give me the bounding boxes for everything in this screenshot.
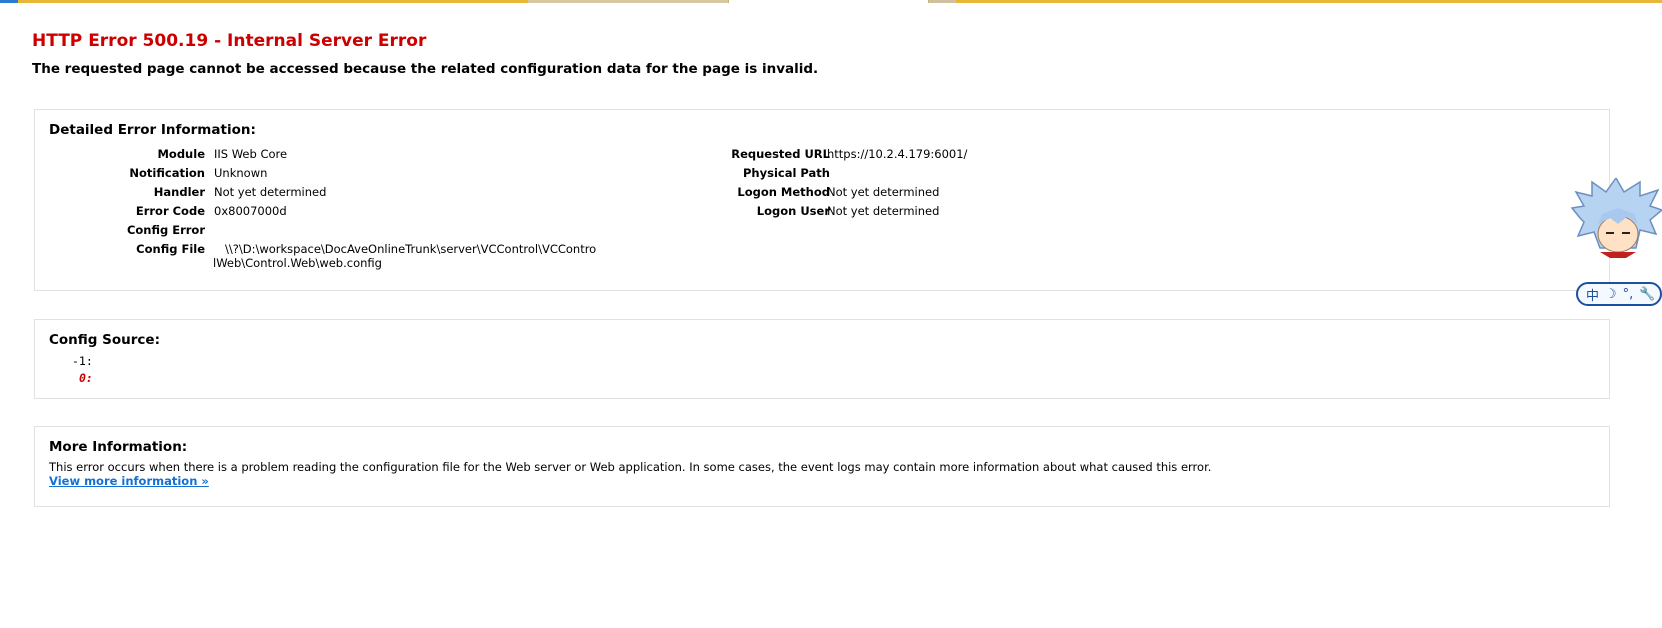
tab-strip-segment[interactable] bbox=[18, 0, 528, 3]
ime-avatar-icon[interactable] bbox=[1570, 178, 1662, 258]
notification-value: Unknown bbox=[214, 166, 268, 180]
config-source-line: -1: bbox=[72, 354, 93, 368]
ime-wrench-icon[interactable]: 🔧 bbox=[1639, 287, 1655, 302]
handler-value: Not yet determined bbox=[214, 185, 327, 199]
ime-toolbar[interactable]: 中 ☽ °, 🔧 bbox=[1576, 282, 1662, 306]
view-more-information-link[interactable]: View more information » bbox=[49, 474, 209, 488]
more-information-text: This error occurs when there is a proble… bbox=[49, 460, 1212, 474]
logon-method-value: Not yet determined bbox=[827, 185, 940, 199]
tab-strip-segment[interactable] bbox=[929, 0, 956, 3]
more-information-heading: More Information: bbox=[49, 439, 188, 455]
requested-url-label: Requested URL bbox=[731, 147, 830, 161]
tab-strip-segment[interactable] bbox=[0, 0, 18, 3]
notification-label: Notification bbox=[129, 166, 205, 180]
logon-method-label: Logon Method bbox=[737, 185, 830, 199]
module-value: IIS Web Core bbox=[214, 147, 288, 161]
config-file-value: \\?\D:\workspace\DocAveOnlineTrunk\serve… bbox=[213, 242, 597, 270]
more-information-section: More Information: This error occurs when… bbox=[34, 426, 1610, 507]
tab-strip-segment[interactable] bbox=[528, 0, 728, 3]
config-source-error-line: 0: bbox=[79, 371, 93, 385]
config-file-label: Config File bbox=[136, 242, 205, 256]
ime-moon-icon[interactable]: ☽ bbox=[1605, 287, 1617, 302]
physical-path-label: Physical Path bbox=[743, 166, 830, 180]
error-code-value: 0x8007000d bbox=[214, 204, 287, 218]
config-source-section: Config Source: -1: 0: bbox=[34, 319, 1610, 399]
config-error-label: Config Error bbox=[126, 223, 205, 237]
tab-strip-segment[interactable] bbox=[956, 0, 1662, 3]
handler-label: Handler bbox=[153, 185, 205, 199]
module-label: Module bbox=[157, 147, 205, 161]
ime-punctuation-icon[interactable]: °, bbox=[1623, 287, 1634, 302]
detailed-error-section: Detailed Error Information: Module IIS W… bbox=[34, 109, 1610, 291]
detailed-error-heading: Detailed Error Information: bbox=[49, 122, 256, 138]
ime-widget[interactable]: 中 ☽ °, 🔧 bbox=[1566, 172, 1662, 307]
logon-user-value: Not yet determined bbox=[827, 204, 940, 218]
ime-chinese-mode-icon[interactable]: 中 bbox=[1586, 285, 1599, 304]
page-subtitle: The requested page cannot be accessed be… bbox=[32, 61, 819, 77]
config-source-heading: Config Source: bbox=[49, 332, 160, 348]
page-title: HTTP Error 500.19 - Internal Server Erro… bbox=[32, 31, 427, 51]
browser-tab-strip[interactable] bbox=[0, 0, 1662, 3]
logon-user-label: Logon User bbox=[756, 204, 830, 218]
requested-url-value: https://10.2.4.179:6001/ bbox=[827, 147, 968, 161]
error-code-label: Error Code bbox=[135, 204, 205, 218]
tab-strip-active-segment[interactable] bbox=[728, 0, 929, 3]
